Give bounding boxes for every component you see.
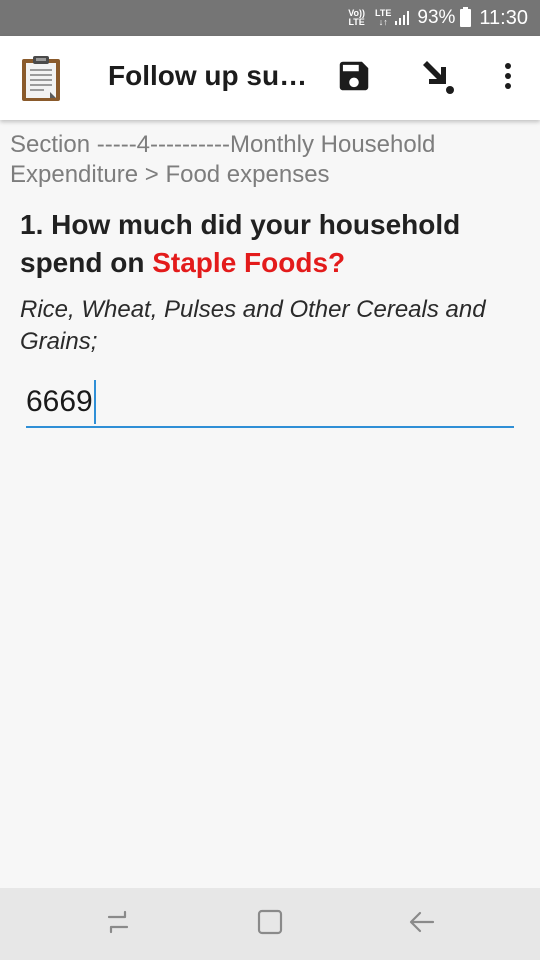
back-button[interactable]	[402, 906, 442, 942]
question-highlight: Staple Foods?	[152, 247, 346, 278]
battery-percent: 93%	[417, 7, 456, 28]
question-hint: Rice, Wheat, Pulses and Other Cereals an…	[20, 296, 486, 355]
app-title: Follow up su…	[108, 60, 308, 91]
more-vert-icon	[502, 61, 514, 96]
recent-apps-icon	[103, 909, 133, 940]
clock: 11:30	[479, 6, 528, 29]
go-to-prompt-button[interactable]	[412, 54, 460, 102]
clipboard-icon	[20, 54, 64, 102]
home-icon	[256, 908, 284, 941]
volte-indicator: Vo)) LTE	[348, 8, 366, 27]
screen: Vo)) LTE LTE ↓↑ 93% 11:30 Follow up su… …	[0, 0, 540, 960]
breadcrumb: Section -----4----------Monthly Househol…	[10, 131, 436, 188]
system-nav-bar	[0, 888, 540, 960]
overflow-menu-button[interactable]	[484, 54, 532, 102]
save-icon	[335, 57, 373, 100]
status-bar: Vo)) LTE LTE ↓↑ 93% 11:30	[0, 0, 540, 36]
question-label: 1. How much did your household spend on …	[20, 206, 520, 282]
signal-icon	[395, 11, 411, 25]
answer-value-wrap: 6669	[26, 380, 96, 424]
save-button[interactable]	[330, 54, 378, 102]
go-to-arrow-icon	[415, 55, 457, 102]
lte-indicator: LTE ↓↑	[375, 8, 392, 27]
battery-icon	[460, 7, 472, 27]
home-button[interactable]	[250, 906, 290, 942]
answer-input[interactable]: 6669	[26, 372, 514, 428]
text-cursor	[93, 380, 96, 424]
recent-apps-button[interactable]	[98, 906, 138, 942]
answer-value: 6669	[26, 385, 93, 418]
back-icon	[407, 909, 437, 940]
app-bar: Follow up su…	[0, 36, 540, 120]
